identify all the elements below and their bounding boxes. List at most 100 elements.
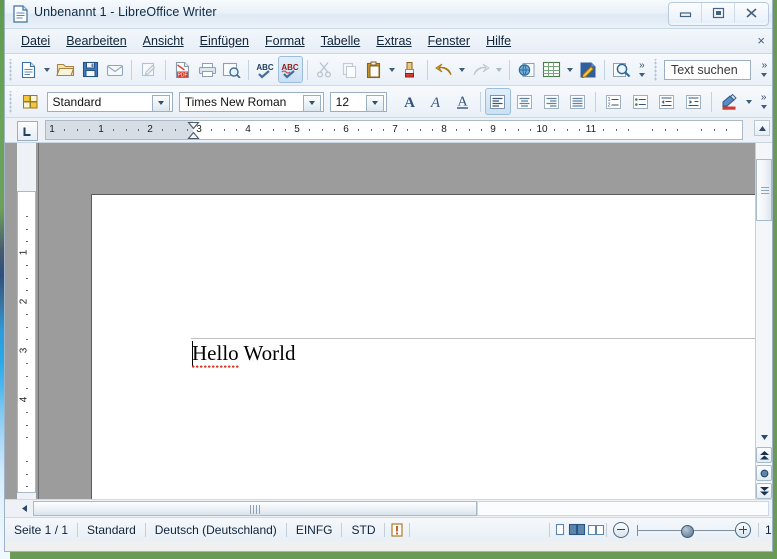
tab-stop-left-icon[interactable] <box>17 121 38 141</box>
clone-formatting-icon[interactable] <box>398 56 423 83</box>
multi-page-view-button[interactable] <box>568 522 586 537</box>
bold-button[interactable]: A <box>396 88 423 115</box>
navigation-button[interactable] <box>756 465 772 481</box>
cut-icon[interactable] <box>312 56 337 83</box>
close-document-icon[interactable]: × <box>757 33 765 48</box>
zoom-in-button[interactable] <box>735 522 751 538</box>
scroll-up-arrow[interactable] <box>754 120 770 136</box>
search-toolbar-grip[interactable] <box>652 59 658 81</box>
search-input[interactable]: Text suchen <box>664 60 751 80</box>
vertical-scrollbar-thumb[interactable] <box>756 159 772 221</box>
save-icon[interactable] <box>78 56 103 83</box>
formatting-toolbar-overflow-icon[interactable]: » <box>755 88 772 115</box>
book-view-button[interactable] <box>586 522 606 537</box>
search-toolbar-overflow-icon[interactable]: » <box>757 56 772 83</box>
decrease-indent-button[interactable] <box>654 88 681 115</box>
menu-item-hilfe[interactable]: Hilfe <box>478 31 519 51</box>
spelling-icon[interactable]: ABC <box>253 56 278 83</box>
single-page-view-button[interactable] <box>550 522 568 537</box>
print-icon[interactable] <box>195 56 220 83</box>
show-draw-functions-icon[interactable] <box>576 56 601 83</box>
email-document-icon[interactable] <box>103 56 128 83</box>
ruler-tick <box>616 129 617 131</box>
edit-mode-icon[interactable] <box>136 56 161 83</box>
status-language[interactable]: Deutsch (Deutschland) <box>146 523 286 537</box>
horizontal-ruler[interactable]: 11234567891011 <box>45 120 743 140</box>
document-text[interactable]: Hello World <box>192 341 296 366</box>
undo-icon[interactable] <box>432 56 457 83</box>
highlighting-color-icon[interactable] <box>716 88 743 115</box>
menu-item-format[interactable]: Format <box>257 31 313 51</box>
toolbar-grip[interactable] <box>7 59 13 81</box>
align-center-button[interactable] <box>511 88 538 115</box>
font-size-combo[interactable]: 12 <box>330 92 387 112</box>
toolbar-grip[interactable] <box>7 91 14 113</box>
align-left-button[interactable] <box>485 88 512 115</box>
next-page-button[interactable] <box>756 483 772 499</box>
menu-item-fenster[interactable]: Fenster <box>420 31 478 51</box>
menu-item-ansicht[interactable]: Ansicht <box>135 31 192 51</box>
status-page-style[interactable]: Standard <box>78 523 145 537</box>
menu-item-einfuegen[interactable]: Einfügen <box>192 31 257 51</box>
paragraph-style-icon[interactable] <box>17 88 44 115</box>
toolbar-separator <box>604 60 605 80</box>
standard-toolbar-overflow-icon[interactable]: » <box>634 56 649 83</box>
horizontal-scrollbar[interactable] <box>5 499 772 517</box>
menu-item-bearbeiten[interactable]: Bearbeiten <box>58 31 134 51</box>
align-justified-button[interactable] <box>565 88 592 115</box>
redo-icon[interactable] <box>468 56 493 83</box>
status-selection-mode[interactable]: STD <box>342 523 384 537</box>
document-canvas[interactable]: Hello World <box>38 143 756 499</box>
export-pdf-icon[interactable]: PDF <box>170 56 195 83</box>
font-name-combo[interactable]: Times New Roman <box>179 92 324 112</box>
copy-icon[interactable] <box>336 56 361 83</box>
print-preview-icon[interactable] <box>220 56 245 83</box>
italic-button[interactable]: A <box>422 88 449 115</box>
horizontal-scrollbar-track[interactable] <box>477 501 769 516</box>
increase-indent-button[interactable] <box>680 88 707 115</box>
align-right-button[interactable] <box>538 88 565 115</box>
vertical-ruler[interactable]: 1234 <box>17 143 36 499</box>
menu-item-datei[interactable]: Datei <box>13 31 58 51</box>
zoom-out-button[interactable] <box>613 522 629 538</box>
unsaved-changes-icon[interactable] <box>385 523 409 537</box>
zoom-slider[interactable] <box>629 523 735 537</box>
highlighting-color-dropdown-icon[interactable] <box>742 88 755 115</box>
paragraph-style-combo[interactable]: Standard <box>47 92 173 112</box>
vertical-scrollbar[interactable] <box>755 143 772 499</box>
restore-button[interactable] <box>702 3 735 23</box>
previous-page-button[interactable] <box>756 447 772 463</box>
misspelled-word[interactable]: Hello <box>192 341 239 368</box>
font-size-dropdown-icon[interactable] <box>366 95 384 112</box>
find-and-replace-icon[interactable] <box>609 56 634 83</box>
new-document-icon[interactable] <box>16 56 41 83</box>
scroll-down-arrow[interactable] <box>756 429 772 445</box>
status-page-number[interactable]: Seite 1 / 1 <box>5 523 77 537</box>
paste-icon[interactable] <box>361 56 386 83</box>
svg-text:PDF: PDF <box>177 72 187 78</box>
new-document-dropdown-icon[interactable] <box>41 56 53 83</box>
hyperlink-icon[interactable] <box>514 56 539 83</box>
unordered-list-button[interactable] <box>627 88 654 115</box>
font-name-dropdown-icon[interactable] <box>303 95 321 112</box>
open-document-icon[interactable] <box>53 56 78 83</box>
ordered-list-button[interactable]: 1 2 <box>600 88 627 115</box>
insert-table-dropdown-icon[interactable] <box>564 56 576 83</box>
minimize-button[interactable] <box>669 3 702 23</box>
underline-button[interactable]: A <box>449 88 476 115</box>
autospellcheck-icon[interactable]: ABC <box>278 56 303 83</box>
zoom-slider-handle[interactable] <box>681 525 694 538</box>
paragraph-style-dropdown-icon[interactable] <box>152 95 170 112</box>
zoom-level-value[interactable]: 1 <box>759 523 772 537</box>
undo-dropdown-icon[interactable] <box>456 56 468 83</box>
menu-label-datei: Datei <box>21 34 50 48</box>
status-insert-mode[interactable]: EINFG <box>287 523 342 537</box>
menu-item-tabelle[interactable]: Tabelle <box>313 31 369 51</box>
close-button[interactable] <box>735 3 768 23</box>
insert-table-icon[interactable] <box>539 56 564 83</box>
menu-item-extras[interactable]: Extras <box>368 31 419 51</box>
scroll-left-arrow[interactable] <box>17 501 32 516</box>
document-page[interactable]: Hello World <box>91 194 756 499</box>
horizontal-scrollbar-thumb[interactable] <box>33 501 477 516</box>
paste-dropdown-icon[interactable] <box>386 56 398 83</box>
